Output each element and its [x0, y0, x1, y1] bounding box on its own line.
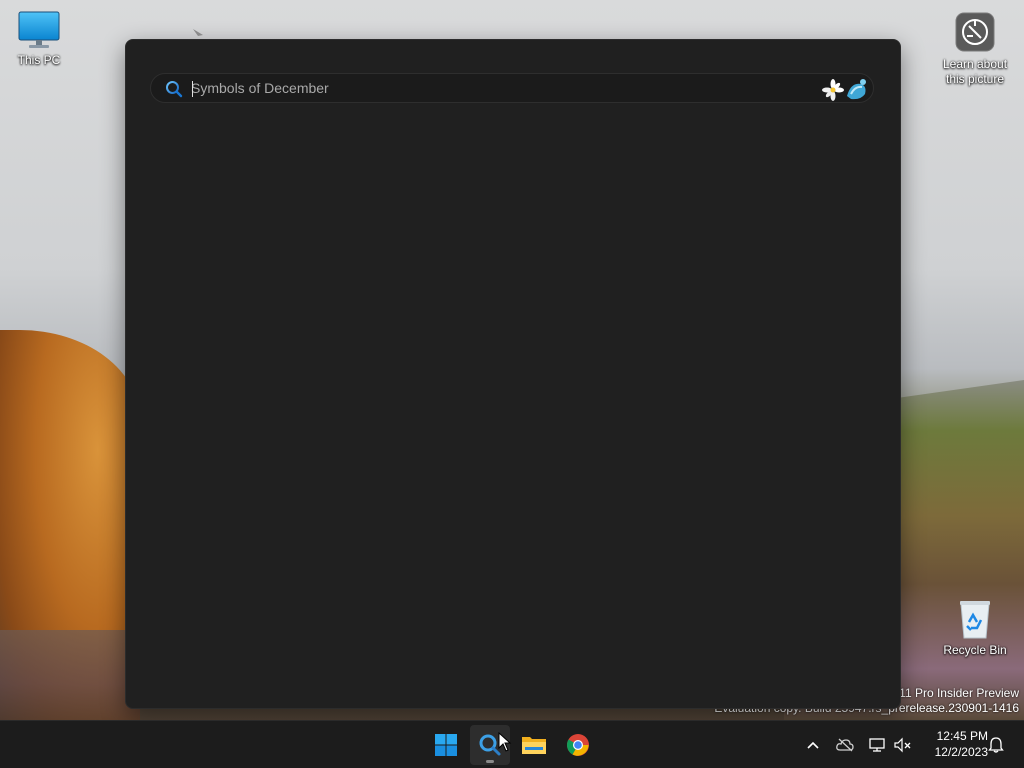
recycle-bin-icon [960, 601, 990, 639]
bell-icon [988, 737, 1004, 753]
learn-label-line1: Learn about [942, 57, 1008, 71]
chevron-up-icon [807, 741, 819, 749]
volume-muted-icon [894, 737, 911, 753]
network-icon [869, 738, 885, 752]
pointer-ghost-icon [193, 29, 203, 36]
cloud-offline-icon [836, 738, 854, 752]
start-button[interactable] [426, 725, 466, 765]
tray-overflow-button[interactable] [803, 735, 823, 755]
volume-tray-button[interactable] [893, 735, 913, 755]
desktop-icon-recycle-bin[interactable]: Recycle Bin [939, 598, 1011, 658]
learn-label-line2: this picture [945, 72, 1005, 86]
chrome-icon [567, 734, 589, 756]
desktop-icon-learn-about-picture[interactable]: Learn about this picture [939, 10, 1011, 87]
desktop-icon-this-pc[interactable]: This PC [3, 10, 75, 68]
recycle-bin-label: Recycle Bin [943, 643, 1007, 657]
wallpaper-heather [0, 630, 140, 720]
monitor-icon [18, 11, 60, 48]
folder-icon [522, 737, 546, 754]
active-indicator [486, 760, 494, 763]
this-pc-label: This PC [17, 53, 61, 67]
notifications-button[interactable] [986, 735, 1006, 755]
network-tray-button[interactable] [867, 735, 887, 755]
search-flyout [125, 39, 901, 709]
text-caret [192, 81, 193, 97]
file-explorer-button[interactable] [514, 725, 554, 765]
clock-time: 12:45 PM [936, 729, 988, 743]
clock-date: 12/2/2023 [934, 745, 988, 759]
search-icon [166, 81, 183, 98]
snowdrop-flower-icon[interactable] [821, 76, 869, 102]
windows-logo-icon [435, 734, 457, 756]
mouse-cursor-icon [498, 732, 512, 752]
search-box[interactable] [150, 73, 874, 103]
chrome-button[interactable] [558, 725, 598, 765]
search-input[interactable] [191, 77, 811, 99]
taskbar-clock[interactable]: 12:45 PM 12/2/2023 [920, 728, 988, 760]
onedrive-tray-button[interactable] [835, 735, 855, 755]
camera-info-icon [955, 12, 995, 52]
taskbar: 12:45 PM 12/2/2023 [0, 720, 1024, 768]
